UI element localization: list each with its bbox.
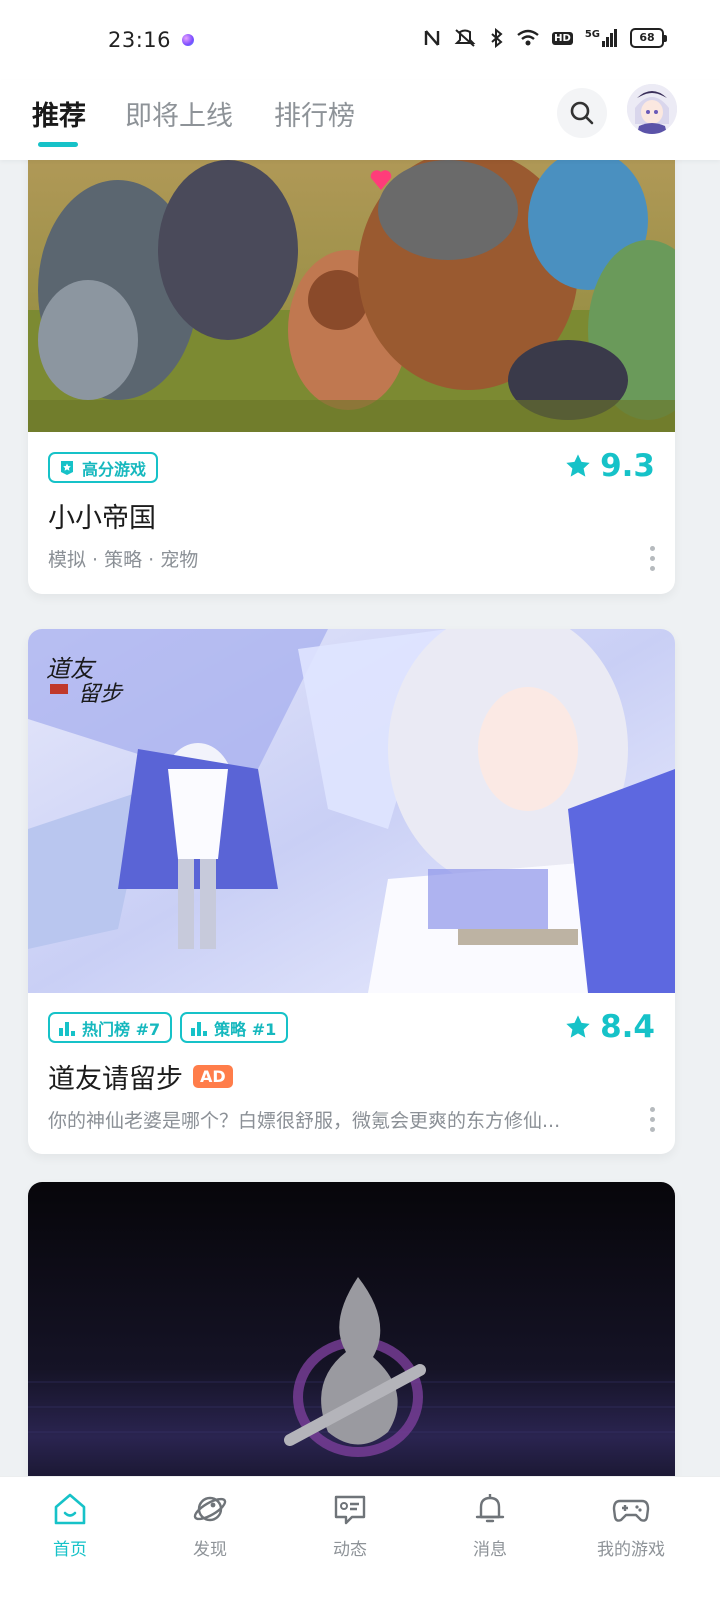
- top-nav: 推荐 即将上线 排行榜: [0, 80, 720, 160]
- star-icon: [566, 454, 590, 477]
- nav-label: 动态: [333, 1540, 367, 1560]
- nav-label: 发现: [193, 1540, 227, 1560]
- rating-value: 8.4: [600, 1009, 655, 1045]
- bell-icon: [475, 1494, 505, 1523]
- game-title[interactable]: 小小帝国: [48, 496, 156, 535]
- game-title[interactable]: 道友请留步 AD: [48, 1057, 233, 1096]
- planet-icon: [193, 1496, 227, 1522]
- nav-home[interactable]: 首页: [25, 1491, 115, 1560]
- tab-ranking[interactable]: 排行榜: [274, 94, 355, 133]
- nfc-icon: [424, 30, 440, 46]
- more-options-button[interactable]: [647, 546, 657, 571]
- svg-text:道友: 道友: [46, 655, 97, 683]
- nav-messages[interactable]: 消息: [445, 1491, 535, 1560]
- ranking-icon: [59, 1021, 75, 1036]
- nav-feed[interactable]: 动态: [305, 1491, 395, 1560]
- signal-indicator: 5G: [585, 29, 618, 47]
- game-title-text: 道友请留步: [48, 1064, 183, 1095]
- rating: 9.3: [564, 448, 655, 484]
- nav-label: 消息: [473, 1540, 507, 1560]
- assistant-dot-icon: [182, 34, 194, 46]
- game-card-3[interactable]: [28, 1182, 675, 1522]
- bluetooth-icon: [491, 28, 503, 48]
- rating-value: 9.3: [600, 448, 655, 484]
- avatar-image: [627, 84, 677, 134]
- nav-label: 我的游戏: [597, 1540, 665, 1560]
- badge-row: 热门榜 #7 策略 #1: [48, 1012, 289, 1043]
- ad-badge: AD: [193, 1065, 233, 1088]
- search-button[interactable]: [557, 88, 607, 138]
- star-icon: [566, 1015, 590, 1038]
- game-card-1[interactable]: 高分游戏 9.3 小小帝国 模拟 · 策略 · 宠物: [28, 130, 675, 594]
- high-score-badge: 高分游戏: [48, 452, 159, 483]
- rating: 8.4: [564, 1009, 655, 1045]
- bottom-nav: 首页 发现 动态 消息 我的游戏: [0, 1476, 720, 1608]
- game-card-2[interactable]: 道友 留步 热门榜 #7 策略 #1 8.4 道友请留步 AD 你的神仙老婆是哪个…: [28, 629, 675, 1154]
- nav-label: 首页: [53, 1540, 87, 1560]
- ranking-icon: [191, 1021, 208, 1036]
- svg-text:留步: 留步: [78, 682, 124, 707]
- game-description: 你的神仙老婆是哪个？白嫖很舒服，微氪会更爽的东方修仙...: [48, 1110, 561, 1132]
- game-banner-image[interactable]: [28, 130, 675, 432]
- search-icon: [570, 101, 594, 125]
- nav-my-games[interactable]: 我的游戏: [586, 1491, 676, 1560]
- network-type: 5G: [584, 29, 600, 40]
- tab-recommend[interactable]: 推荐: [32, 94, 86, 133]
- avatar[interactable]: [627, 84, 677, 134]
- status-bar: 23:16 HD 5G 68: [0, 0, 720, 80]
- badge-label: 热门榜 #7: [82, 1019, 161, 1039]
- active-tab-indicator: [38, 142, 78, 147]
- game-banner-image[interactable]: [28, 1182, 675, 1522]
- badge-label: 策略 #1: [214, 1019, 277, 1039]
- more-options-button[interactable]: [647, 1107, 657, 1132]
- hot-rank-badge: 热门榜 #7: [48, 1012, 173, 1043]
- game-title-text: 小小帝国: [48, 503, 156, 534]
- hd-badge: HD: [552, 31, 573, 45]
- chat-icon: [334, 1495, 366, 1525]
- game-tags: 模拟 · 策略 · 宠物: [48, 549, 199, 571]
- signal-icon: [602, 29, 617, 47]
- status-time: 23:16: [108, 28, 172, 52]
- category-rank-badge: 策略 #1: [180, 1012, 289, 1043]
- badge-label: 高分游戏: [82, 459, 147, 479]
- gamepad-icon: [612, 1499, 650, 1522]
- status-icons: HD 5G 68: [424, 28, 667, 48]
- nav-discover[interactable]: 发现: [165, 1491, 255, 1560]
- game-banner-image[interactable]: 道友 留步: [28, 629, 675, 993]
- tab-upcoming[interactable]: 即将上线: [125, 94, 233, 133]
- badge-row: 高分游戏: [48, 452, 159, 483]
- battery-icon: 68: [630, 28, 667, 48]
- home-icon: [54, 1493, 86, 1525]
- wifi-icon: [517, 29, 539, 46]
- star-badge-icon: [61, 460, 73, 475]
- mute-icon: [454, 29, 476, 47]
